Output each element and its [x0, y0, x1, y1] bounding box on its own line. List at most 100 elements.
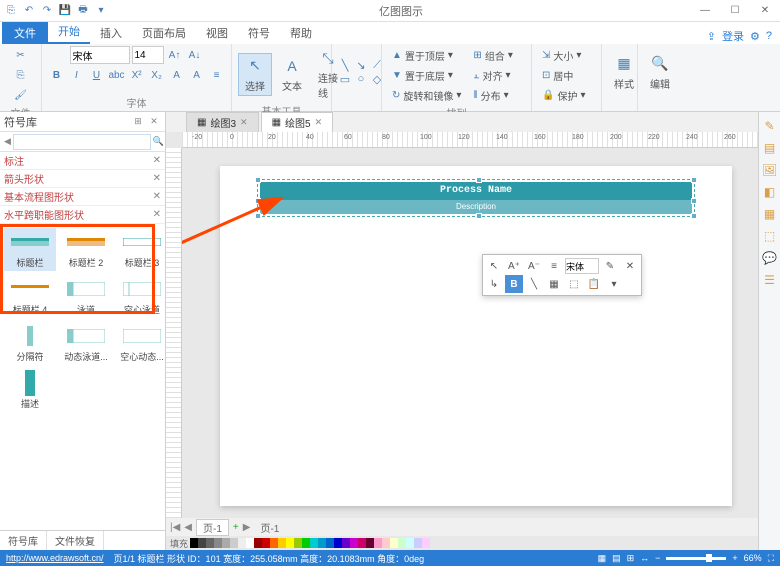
page-first-icon[interactable]: |◀	[170, 522, 180, 533]
ft-font-select[interactable]	[565, 258, 599, 274]
qa-more-icon[interactable]: ▾	[94, 4, 108, 18]
gear-icon[interactable]: ⚙	[750, 30, 760, 43]
increase-font-icon[interactable]: A↑	[166, 46, 184, 64]
tab-view[interactable]: 视图	[196, 22, 238, 44]
maximize-button[interactable]: ☐	[720, 0, 750, 22]
page-next-icon[interactable]: ▶	[243, 522, 251, 533]
qa-undo-icon[interactable]: ↶	[22, 4, 36, 18]
sb-view-icon[interactable]: ▦	[598, 553, 607, 564]
ft-line-icon[interactable]: ╲	[525, 275, 543, 293]
color-swatch[interactable]	[342, 538, 350, 548]
qa-save-icon[interactable]: 💾	[58, 4, 72, 18]
title-bar-shape[interactable]: Process Name Description	[260, 182, 692, 214]
doc-tab[interactable]: ▦绘图5✕	[261, 112, 334, 132]
zoom-slider[interactable]	[666, 557, 726, 560]
page-prev-icon[interactable]: ◀	[184, 522, 192, 533]
arrow-shape-icon[interactable]: ↘	[354, 59, 368, 71]
ft-fill-icon[interactable]: ▦	[545, 275, 563, 293]
rs-menu-icon[interactable]: ☰	[762, 272, 778, 288]
color-swatch[interactable]	[278, 538, 286, 548]
tab-symbols[interactable]: 符号	[238, 22, 280, 44]
color-swatch[interactable]	[366, 538, 374, 548]
color-swatch[interactable]	[382, 538, 390, 548]
color-swatch[interactable]	[222, 538, 230, 548]
italic-button[interactable]: I	[67, 66, 85, 84]
close-button[interactable]: ✕	[750, 0, 780, 22]
category-flowchart[interactable]: 基本流程图形状✕	[0, 188, 165, 206]
color-swatch[interactable]	[422, 538, 430, 548]
close-icon[interactable]: ✕	[240, 117, 248, 128]
rs-box-icon[interactable]: ⬚	[762, 228, 778, 244]
symbol-search-input[interactable]	[13, 134, 151, 150]
ft-decrease-font-icon[interactable]: A⁻	[525, 257, 543, 275]
distribute-button[interactable]: ⫴分布 ▾	[469, 86, 516, 104]
sb-grid-icon[interactable]: ⊞	[627, 553, 635, 564]
color-swatch[interactable]	[406, 538, 414, 548]
minimize-button[interactable]: —	[690, 0, 720, 22]
color-swatch[interactable]	[398, 538, 406, 548]
style-button[interactable]: ▦样式	[608, 52, 640, 93]
panel-menu-icon[interactable]: ⊞	[131, 115, 145, 129]
doc-tab[interactable]: ▦绘图3✕	[186, 112, 259, 132]
center-button[interactable]: ⊡居中	[538, 66, 589, 84]
bold-button[interactable]: B	[47, 66, 65, 84]
font-family-select[interactable]	[70, 46, 130, 64]
login-link[interactable]: 登录	[722, 28, 744, 44]
color-swatch[interactable]	[206, 538, 214, 548]
rs-grid-icon[interactable]: ▦	[762, 206, 778, 222]
color-swatch[interactable]	[302, 538, 310, 548]
symbol-item[interactable]: 标题栏	[4, 228, 56, 271]
group-button[interactable]: ⊞组合 ▾	[469, 46, 516, 64]
symbol-item[interactable]: 空心动态...	[116, 322, 165, 365]
qa-new-icon[interactable]: ⎘	[4, 4, 18, 18]
sb-expand-icon[interactable]: ⛶	[768, 553, 774, 564]
line-shape-icon[interactable]: ╲	[338, 59, 352, 71]
color-swatch[interactable]	[246, 538, 254, 548]
rs-comment-icon[interactable]: 💬	[762, 250, 778, 266]
sb-view2-icon[interactable]: ▤	[612, 553, 621, 564]
align-button[interactable]: ≡	[208, 66, 226, 84]
color-swatch[interactable]	[294, 538, 302, 548]
edit-button[interactable]: 🔍编辑	[644, 52, 676, 93]
rotate-button[interactable]: ↻旋转和镜像 ▾	[388, 86, 465, 104]
tab-file[interactable]: 文件	[2, 22, 48, 44]
ft-bold-button[interactable]: B	[505, 275, 523, 293]
close-icon[interactable]: ✕	[153, 173, 161, 184]
symbol-item[interactable]: 分隔符	[4, 322, 56, 365]
close-icon[interactable]: ✕	[153, 209, 161, 220]
color-swatch[interactable]	[318, 538, 326, 548]
tab-layout[interactable]: 页面布局	[132, 22, 196, 44]
tab-home[interactable]: 开始	[48, 20, 90, 44]
ft-more-icon[interactable]: ▾	[605, 275, 623, 293]
qa-redo-icon[interactable]: ↷	[40, 4, 54, 18]
help-icon[interactable]: ?	[766, 30, 772, 42]
bring-front-button[interactable]: ▲置于顶层 ▾	[388, 46, 465, 64]
sb-fit-icon[interactable]: ↔	[640, 553, 649, 563]
circle-shape-icon[interactable]: ○	[354, 73, 368, 85]
color-swatch[interactable]	[262, 538, 270, 548]
cut-icon[interactable]: ✂	[12, 46, 30, 64]
symbol-item[interactable]: 泳道	[60, 275, 112, 318]
ft-copy-icon[interactable]: 📋	[585, 275, 603, 293]
rs-panel-icon[interactable]: ◧	[762, 184, 778, 200]
symbol-item[interactable]: 描述	[4, 369, 56, 412]
color-swatch[interactable]	[190, 538, 198, 548]
font-color-button[interactable]: A	[168, 66, 186, 84]
color-swatch[interactable]	[414, 538, 422, 548]
color-swatch[interactable]	[390, 538, 398, 548]
canvas[interactable]: Process Name Description ↖ A⁺ A⁻ ≡ ✎ ✕	[182, 148, 758, 518]
color-swatch[interactable]	[326, 538, 334, 548]
subscript-button[interactable]: X₂	[148, 66, 166, 84]
font-size-select[interactable]	[132, 46, 164, 64]
highlight-button[interactable]: A	[188, 66, 206, 84]
tab-help[interactable]: 帮助	[280, 22, 322, 44]
symbol-item[interactable]: 标题栏 2	[60, 228, 112, 271]
ft-connector-icon[interactable]: ↳	[485, 275, 503, 293]
tab-insert[interactable]: 插入	[90, 22, 132, 44]
color-swatch[interactable]	[286, 538, 294, 548]
page-tab[interactable]: 页-1	[196, 519, 229, 536]
ft-cursor-icon[interactable]: ↖	[485, 257, 503, 275]
panel-back-icon[interactable]: ◀	[4, 135, 11, 149]
rect-shape-icon[interactable]: ▭	[338, 73, 352, 85]
ft-delete-icon[interactable]: ✕	[621, 257, 639, 275]
